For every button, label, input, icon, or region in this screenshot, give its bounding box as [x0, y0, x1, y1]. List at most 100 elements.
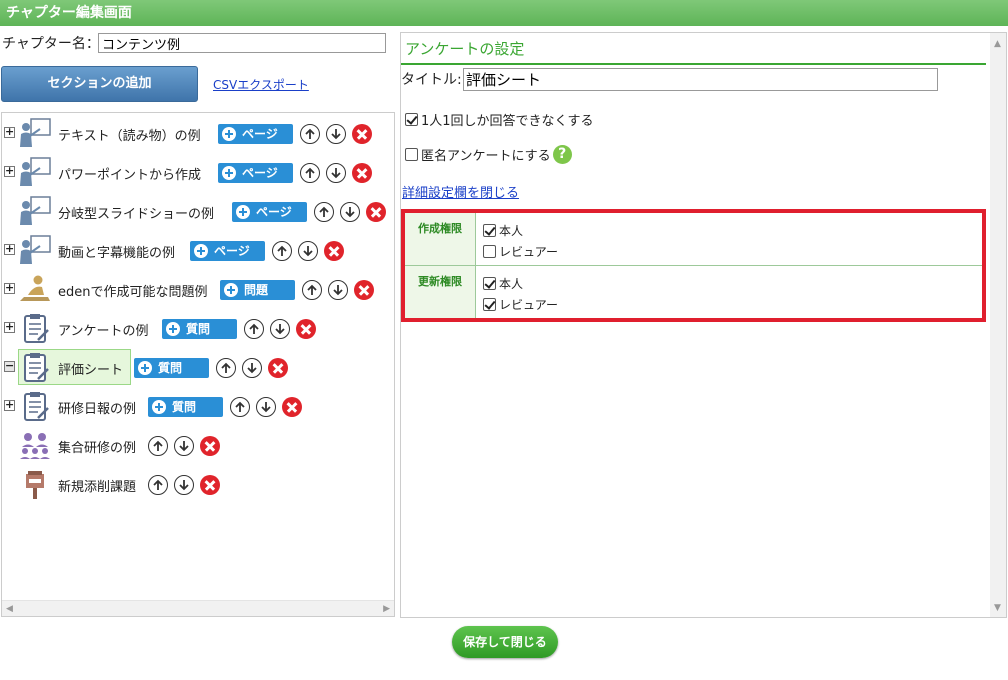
move-down-icon[interactable]	[298, 241, 318, 261]
expand-toggle-icon[interactable]: +	[4, 282, 15, 294]
create-self-checkbox[interactable]	[483, 224, 496, 237]
postbox-icon	[26, 471, 44, 499]
update-self-option[interactable]: 本人	[483, 275, 523, 292]
move-down-icon[interactable]	[242, 358, 262, 378]
add-question-button[interactable]: 問題	[220, 280, 295, 300]
plus-icon	[222, 166, 236, 180]
move-up-icon[interactable]	[300, 124, 320, 144]
once-only-option[interactable]: 1人1回しか回答できなくする	[405, 110, 594, 129]
move-up-icon[interactable]	[302, 280, 322, 300]
tree-item-selected[interactable]: − 評価シート 質問	[2, 349, 392, 385]
help-icon[interactable]: ?	[552, 145, 572, 164]
anonymous-option[interactable]: 匿名アンケートにする ?	[405, 145, 572, 164]
delete-icon[interactable]	[366, 202, 386, 222]
update-reviewer-checkbox[interactable]	[483, 298, 496, 311]
tree-item-label[interactable]: 評価シート	[58, 359, 123, 378]
close-detail-settings-link[interactable]: 詳細設定欄を閉じる	[402, 182, 519, 201]
move-up-icon[interactable]	[148, 436, 168, 456]
add-page-button[interactable]: ページ	[190, 241, 265, 261]
scroll-left-icon[interactable]: ◀	[6, 604, 13, 614]
delete-icon[interactable]	[296, 319, 316, 339]
tree-item-label[interactable]: edenで作成可能な問題例	[58, 281, 208, 300]
delete-icon[interactable]	[352, 124, 372, 144]
plus-icon	[152, 400, 166, 414]
vertical-scrollbar[interactable]: ▲ ▼	[990, 33, 1006, 617]
delete-icon[interactable]	[324, 241, 344, 261]
plus-icon	[224, 283, 238, 297]
anonymous-checkbox[interactable]	[405, 148, 418, 161]
scroll-up-icon[interactable]: ▲	[994, 39, 1001, 49]
tree-item[interactable]: + アンケートの例 質問	[2, 310, 392, 346]
horizontal-scrollbar[interactable]: ◀ ▶	[2, 600, 394, 616]
add-section-button[interactable]: セクションの追加	[1, 66, 198, 102]
tree-item[interactable]: + テキスト（読み物）の例 ページ	[2, 115, 392, 151]
add-page-button[interactable]: ページ	[232, 202, 307, 222]
presentation-icon	[20, 157, 51, 186]
move-up-icon[interactable]	[216, 358, 236, 378]
update-reviewer-option[interactable]: レビュアー	[483, 296, 558, 313]
tree-item[interactable]: + パワーポイントから作成 ページ	[2, 154, 392, 190]
csv-export-link[interactable]: CSVエクスポート	[213, 76, 309, 93]
create-reviewer-checkbox[interactable]	[483, 245, 496, 258]
add-page-button[interactable]: ページ	[218, 124, 293, 144]
add-question-button[interactable]: 質問	[134, 358, 209, 378]
delete-icon[interactable]	[200, 475, 220, 495]
move-up-icon[interactable]	[272, 241, 292, 261]
tree-item[interactable]: 新規添削課題	[2, 466, 392, 502]
tree-item-label[interactable]: パワーポイントから作成	[58, 164, 201, 183]
plus-icon	[222, 127, 236, 141]
create-self-option[interactable]: 本人	[483, 222, 523, 239]
survey-title-input[interactable]	[463, 68, 938, 91]
tree-item-label[interactable]: テキスト（読み物）の例	[58, 125, 201, 144]
delete-icon[interactable]	[282, 397, 302, 417]
tree-item-label[interactable]: 動画と字幕機能の例	[58, 242, 175, 261]
move-up-icon[interactable]	[314, 202, 334, 222]
move-up-icon[interactable]	[244, 319, 264, 339]
once-only-checkbox[interactable]	[405, 113, 418, 126]
move-down-icon[interactable]	[340, 202, 360, 222]
chapter-name-input[interactable]	[98, 33, 386, 53]
expand-toggle-icon[interactable]: +	[4, 321, 15, 333]
tree-item[interactable]: + edenで作成可能な問題例 問題	[2, 271, 392, 307]
expand-toggle-icon[interactable]: +	[4, 243, 15, 255]
move-up-icon[interactable]	[300, 163, 320, 183]
collapse-toggle-icon[interactable]: −	[4, 360, 15, 372]
scroll-down-icon[interactable]: ▼	[994, 603, 1001, 613]
tree-item-label[interactable]: 研修日報の例	[58, 398, 136, 417]
tree-item[interactable]: + 動画と字幕機能の例 ページ	[2, 232, 392, 268]
move-up-icon[interactable]	[148, 475, 168, 495]
delete-icon[interactable]	[268, 358, 288, 378]
move-up-icon[interactable]	[230, 397, 250, 417]
tree-item-label[interactable]: アンケートの例	[58, 320, 148, 339]
add-page-button[interactable]: ページ	[218, 163, 293, 183]
create-reviewer-option[interactable]: レビュアー	[483, 243, 558, 260]
tree-item-label[interactable]: 新規添削課題	[58, 476, 136, 495]
update-self-label: 本人	[499, 277, 524, 291]
move-down-icon[interactable]	[256, 397, 276, 417]
tree-item[interactable]: 集合研修の例	[2, 427, 392, 463]
presentation-icon	[20, 235, 51, 264]
survey-settings-heading: アンケートの設定	[405, 40, 525, 58]
delete-icon[interactable]	[352, 163, 372, 183]
save-and-close-button[interactable]: 保存して閉じる	[452, 626, 558, 658]
move-down-icon[interactable]	[174, 436, 194, 456]
add-question-button[interactable]: 質問	[162, 319, 237, 339]
expand-toggle-icon[interactable]: +	[4, 399, 15, 411]
anonymous-label: 匿名アンケートにする	[421, 149, 551, 164]
move-down-icon[interactable]	[270, 319, 290, 339]
update-self-checkbox[interactable]	[483, 277, 496, 290]
tree-item-label[interactable]: 分岐型スライドショーの例	[58, 203, 214, 222]
tree-item[interactable]: 分岐型スライドショーの例 ページ	[2, 193, 392, 229]
scroll-right-icon[interactable]: ▶	[383, 604, 390, 614]
move-down-icon[interactable]	[326, 124, 346, 144]
expand-toggle-icon[interactable]: +	[4, 126, 15, 138]
delete-icon[interactable]	[354, 280, 374, 300]
move-down-icon[interactable]	[174, 475, 194, 495]
expand-toggle-icon[interactable]: +	[4, 165, 15, 177]
tree-item[interactable]: + 研修日報の例 質問	[2, 388, 392, 424]
move-down-icon[interactable]	[326, 163, 346, 183]
tree-item-label[interactable]: 集合研修の例	[58, 437, 136, 456]
add-question-button[interactable]: 質問	[148, 397, 223, 417]
delete-icon[interactable]	[200, 436, 220, 456]
move-down-icon[interactable]	[328, 280, 348, 300]
